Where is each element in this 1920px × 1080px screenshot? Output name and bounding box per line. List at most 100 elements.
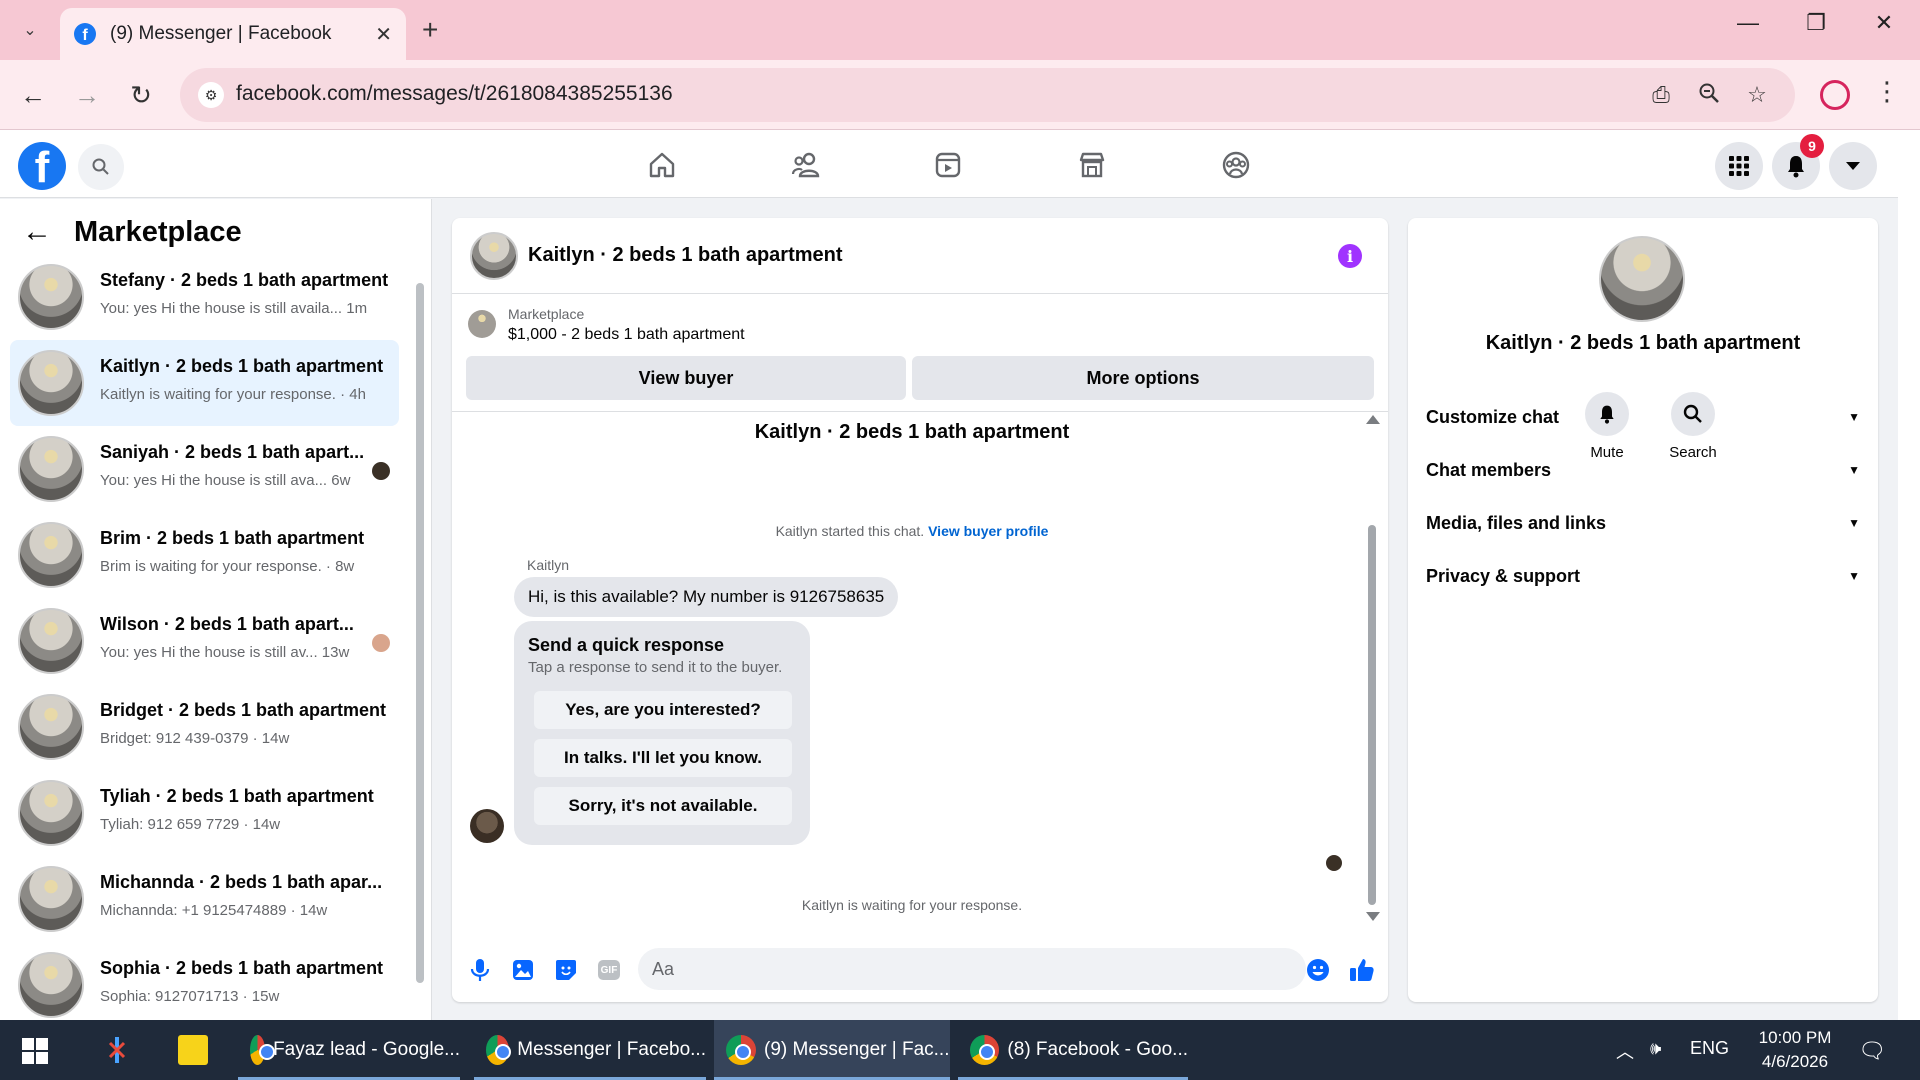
menu-grid-icon[interactable]: [1715, 142, 1763, 190]
scrollbar-thumb[interactable]: [1368, 525, 1376, 905]
home-icon[interactable]: [632, 142, 692, 188]
zoom-icon[interactable]: [1694, 82, 1724, 110]
taskbar-window-2[interactable]: Messenger | Facebo...: [474, 1020, 706, 1080]
browser-tab-active[interactable]: f (9) Messenger | Facebook ✕: [60, 8, 406, 60]
install-app-icon[interactable]: ⎙: [1646, 82, 1676, 108]
sticky-notes-icon[interactable]: [166, 1020, 212, 1080]
quick-reply-button[interactable]: Yes, are you interested?: [534, 691, 792, 729]
tray-overflow-icon[interactable]: ︿: [1616, 1038, 1634, 1064]
start-menu-icon[interactable]: [22, 1038, 48, 1064]
marketplace-icon[interactable]: [1062, 142, 1122, 188]
quick-reply-button[interactable]: In talks. I'll let you know.: [534, 739, 792, 777]
conversation-item[interactable]: Bridget · 2 beds 1 bath apartment Bridge…: [10, 684, 399, 770]
chat-members-section[interactable]: Chat members ▼: [1426, 450, 1860, 490]
listing-thumbnail: [18, 780, 84, 846]
groups-icon[interactable]: [1206, 142, 1266, 188]
conversation-item[interactable]: Sophia · 2 beds 1 bath apartment Sophia:…: [10, 942, 399, 1028]
conversation-item-active[interactable]: Kaitlyn · 2 beds 1 bath apartment Kaitly…: [10, 340, 399, 426]
conversation-item[interactable]: Michannda · 2 beds 1 bath apar... Michan…: [10, 856, 399, 942]
taskbar-window-3-active[interactable]: (9) Messenger | Fac...: [714, 1020, 950, 1080]
message-input[interactable]: [638, 948, 1306, 990]
new-tab-button[interactable]: +: [422, 14, 438, 46]
browser-tab-bar: ⌄ f (9) Messenger | Facebook ✕ + — ❐ ✕: [0, 0, 1920, 60]
account-menu-icon[interactable]: [1829, 142, 1877, 190]
friends-icon[interactable]: [776, 142, 836, 188]
listing-card: Marketplace $1,000 - 2 beds 1 bath apart…: [452, 294, 1388, 412]
sticker-icon[interactable]: [552, 956, 580, 984]
chat-header: Kaitlyn · 2 beds 1 bath apartment i: [452, 218, 1388, 294]
quick-response-subtitle: Tap a response to send it to the buyer.: [528, 659, 783, 676]
notification-center-icon[interactable]: 🗨: [1858, 1038, 1886, 1064]
sidebar-header: ← Marketplace: [22, 215, 242, 249]
scroll-up-arrow-icon[interactable]: [1366, 415, 1380, 424]
privacy-support-section[interactable]: Privacy & support ▼: [1426, 556, 1860, 596]
back-arrow-icon[interactable]: ←: [22, 215, 52, 249]
conversation-info-icon[interactable]: i: [1338, 244, 1362, 268]
info-avatar[interactable]: [1599, 236, 1685, 322]
emoji-icon[interactable]: [1304, 956, 1332, 984]
listing-thumbnail: [18, 350, 84, 416]
customize-chat-section[interactable]: Customize chat ▼: [1426, 397, 1860, 437]
scroll-down-arrow-icon[interactable]: [1366, 912, 1380, 921]
taskbar-window-4[interactable]: (8) Facebook - Goo...: [958, 1020, 1188, 1080]
browser-menu-icon[interactable]: ⋮: [1874, 76, 1900, 107]
facebook-favicon-icon: f: [74, 23, 96, 45]
profile-avatar-icon[interactable]: [1820, 80, 1850, 110]
conversation-item[interactable]: Tyliah · 2 beds 1 bath apartment Tyliah:…: [10, 770, 399, 856]
quick-response-title: Send a quick response: [528, 635, 725, 655]
conversation-preview: You: yes Hi the house is still availa...…: [100, 300, 368, 317]
listing-thumbnail: [18, 264, 84, 330]
minimize-button[interactable]: —: [1728, 10, 1768, 36]
close-window-button[interactable]: ✕: [1864, 10, 1904, 36]
more-options-button[interactable]: More options: [912, 356, 1374, 400]
gif-icon[interactable]: GIF: [598, 960, 620, 980]
conversation-item[interactable]: Wilson · 2 beds 1 bath apart... You: yes…: [10, 598, 399, 684]
site-info-icon[interactable]: ⚙: [198, 82, 224, 108]
taskbar-window-1[interactable]: Fayaz lead - Google...: [238, 1020, 460, 1080]
quick-reply-button[interactable]: Sorry, it's not available.: [534, 787, 792, 825]
facebook-search-button[interactable]: [78, 144, 124, 190]
pinned-app-icon[interactable]: [90, 1020, 136, 1080]
like-thumb-icon[interactable]: [1348, 956, 1376, 984]
seen-avatar: [372, 462, 390, 480]
view-buyer-profile-link[interactable]: View buyer profile: [928, 523, 1048, 539]
media-files-links-section[interactable]: Media, files and links ▼: [1426, 503, 1860, 543]
chrome-icon: [970, 1035, 1000, 1065]
conversation-item[interactable]: Brim · 2 beds 1 bath apartment Brim is w…: [10, 512, 399, 598]
view-buyer-button[interactable]: View buyer: [466, 356, 906, 400]
conversation-name: Kaitlyn · 2 beds 1 bath apartment: [100, 356, 384, 376]
url-text[interactable]: facebook.com/messages/t/2618084385255136: [236, 82, 673, 106]
tab-search-button[interactable]: ⌄: [14, 14, 46, 46]
volume-icon[interactable]: 🕪: [1650, 1038, 1661, 1059]
forward-button[interactable]: →: [70, 80, 104, 111]
message-bubble[interactable]: Hi, is this available? My number is 9126…: [514, 577, 899, 617]
sender-avatar[interactable]: [470, 809, 504, 843]
address-bar[interactable]: ⚙ facebook.com/messages/t/26180843852551…: [180, 68, 1795, 122]
language-indicator[interactable]: ENG: [1690, 1038, 1729, 1059]
photo-icon[interactable]: [509, 956, 537, 984]
voice-clip-icon[interactable]: [466, 956, 494, 984]
facebook-logo-icon[interactable]: f: [18, 142, 66, 190]
scrollbar-thumb[interactable]: [416, 283, 424, 983]
bookmark-star-icon[interactable]: ☆: [1742, 82, 1772, 108]
chat-title[interactable]: Kaitlyn · 2 beds 1 bath apartment: [528, 244, 843, 267]
taskbar-window-label: (8) Facebook - Goo...: [1007, 1039, 1188, 1060]
system-clock[interactable]: 10:00 PM 4/6/2026: [1750, 1026, 1840, 1074]
restore-button[interactable]: ❐: [1796, 10, 1836, 36]
reload-button[interactable]: ↻: [124, 80, 158, 111]
conversation-item[interactable]: Stefany · 2 beds 1 bath apartment You: y…: [10, 254, 399, 340]
page-scrollbar[interactable]: [1898, 130, 1920, 1020]
video-icon[interactable]: [918, 142, 978, 188]
chat-avatar[interactable]: [470, 232, 518, 280]
message-thread: Kaitlyn · 2 beds 1 bath apartment Kaitly…: [452, 413, 1388, 923]
thread-scrollbar[interactable]: [1366, 413, 1380, 923]
conversation-name: Sophia · 2 beds 1 bath apartment: [100, 958, 384, 978]
conversation-name: Saniyah · 2 beds 1 bath apart...: [100, 442, 365, 462]
sidebar-scrollbar[interactable]: [414, 283, 426, 983]
back-button[interactable]: ←: [16, 80, 50, 111]
conversation-item[interactable]: Saniyah · 2 beds 1 bath apart... You: ye…: [10, 426, 399, 512]
chrome-icon: [726, 1035, 756, 1065]
sidebar-title: Marketplace: [74, 215, 242, 248]
listing-price[interactable]: $1,000 - 2 beds 1 bath apartment: [508, 326, 745, 344]
tab-close-icon[interactable]: ✕: [375, 22, 392, 47]
